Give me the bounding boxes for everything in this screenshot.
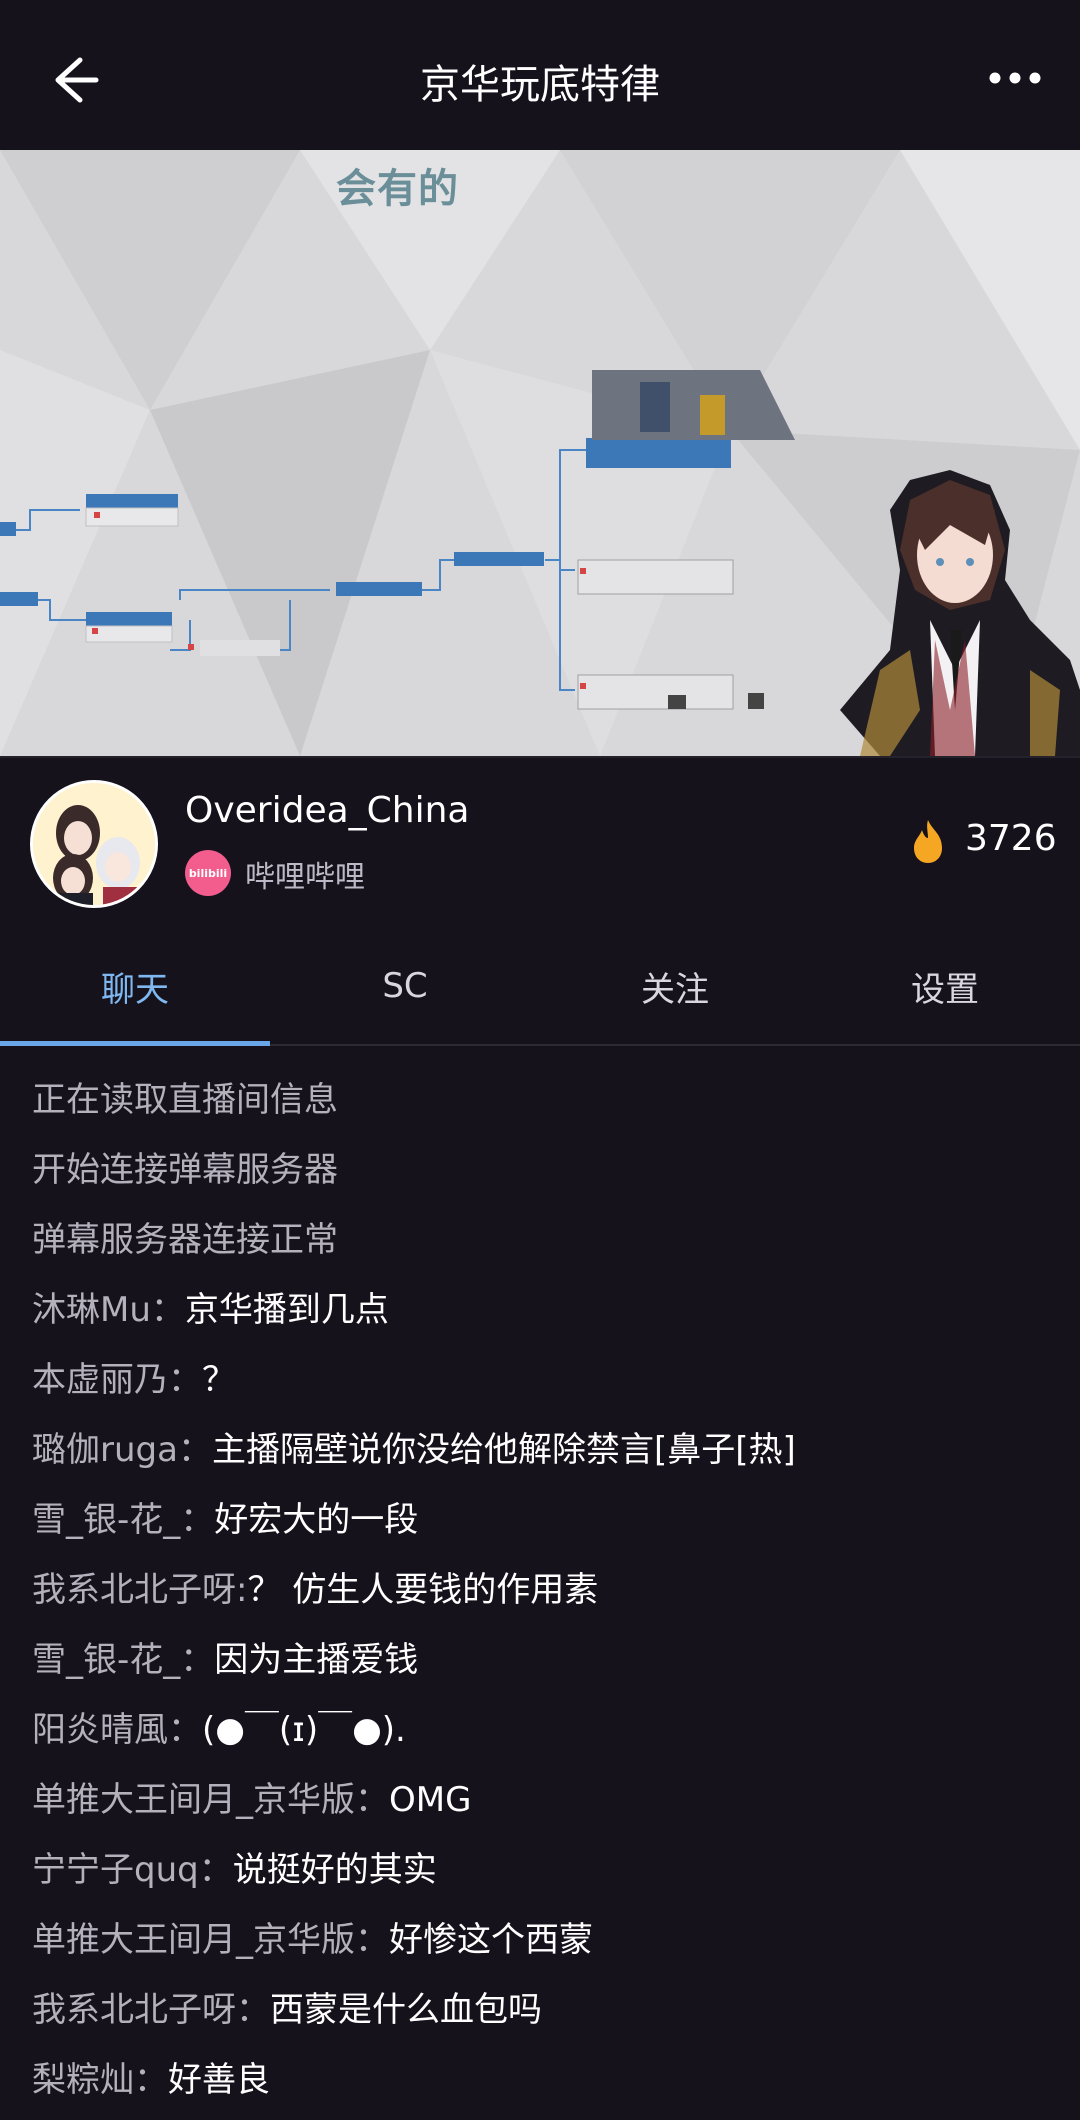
- chat-username: 沐琳Mu：: [32, 1290, 185, 1330]
- tab-bar: 聊天 SC 关注 设置: [0, 928, 1080, 1046]
- back-arrow-icon[interactable]: [40, 50, 100, 110]
- page-title: 京华玩底特律: [420, 62, 660, 108]
- top-bar: 京华玩底特律: [0, 0, 1080, 150]
- chat-message: 我系北北子呀：西蒙是什么血包吗: [32, 1980, 1062, 2050]
- chat-username: 我系北北子呀:: [32, 1570, 248, 1610]
- chat-text: OMG: [389, 1780, 472, 1820]
- chat-message: 梨粽灿：好善良: [32, 2050, 1062, 2120]
- chat-text: ？ 仿生人要钱的作用素: [247, 1570, 599, 1610]
- chat-text: 好宏大的一段: [214, 1500, 419, 1540]
- chat-username: 单推大王间月_京华版：: [32, 1920, 389, 1960]
- chat-message: 阳炎晴風：(●￣(ɪ)￣●).: [32, 1700, 1062, 1770]
- chat-username: 本虚丽乃：: [32, 1360, 202, 1400]
- chat-list[interactable]: 正在读取直播间信息 开始连接弹幕服务器 弹幕服务器连接正常 沐琳Mu：京华播到几…: [32, 1070, 1062, 2120]
- chat-text: 因为主播爱钱: [214, 1640, 419, 1680]
- system-message: 弹幕服务器连接正常: [32, 1220, 338, 1260]
- chat-username: 雪_银-花_：: [32, 1500, 215, 1540]
- chat-text: 说挺好的其实: [232, 1850, 437, 1890]
- chat-message: 单推大王间月_京华版：OMG: [32, 1770, 1062, 1840]
- popularity-count: 3726: [965, 818, 1057, 859]
- chat-text: ？: [202, 1360, 236, 1400]
- chat-message: 雪_银-花_：好宏大的一段: [32, 1490, 1062, 1560]
- chat-text: 好善良: [168, 2060, 270, 2100]
- chat-message: 我系北北子呀:？ 仿生人要钱的作用素: [32, 1560, 1062, 1630]
- tab-sc[interactable]: SC: [270, 928, 540, 1044]
- chat-message: 雪_银-花_：因为主播爱钱: [32, 1630, 1062, 1700]
- chat-message: 宁宁子quq：说挺好的其实: [32, 1840, 1062, 1910]
- tab-settings[interactable]: 设置: [810, 928, 1080, 1044]
- chat-message: 沐琳Mu：京华播到几点: [32, 1280, 1062, 1350]
- chat-username: 我系北北子呀：: [32, 1990, 270, 2030]
- video-player[interactable]: 会有的: [0, 150, 1080, 756]
- bilibili-logo-icon: bilibili: [185, 850, 231, 896]
- chat-username: 璐伽ruga：: [32, 1430, 212, 1470]
- chat-username: 单推大王间月_京华版：: [32, 1780, 389, 1820]
- video-frame: [0, 150, 1080, 756]
- chat-username: 阳炎晴風：: [32, 1710, 202, 1750]
- system-message: 正在读取直播间信息: [32, 1080, 338, 1120]
- chat-message: 单推大王间月_京华版：好惨这个西蒙: [32, 1910, 1062, 1980]
- chat-username: 宁宁子quq：: [32, 1850, 233, 1890]
- more-options-icon[interactable]: [985, 58, 1045, 98]
- streamer-info-bar: Overidea_China bilibili 哔哩哔哩 3726: [0, 756, 1080, 930]
- chat-text: 好惨这个西蒙: [389, 1920, 593, 1960]
- streamer-avatar[interactable]: [30, 780, 158, 908]
- system-message: 开始连接弹幕服务器: [32, 1150, 338, 1190]
- platform-name: 哔哩哔哩: [245, 860, 365, 895]
- chat-username: 雪_银-花_：: [32, 1640, 215, 1680]
- chat-message: 璐伽ruga：主播隔壁说你没给他解除禁言[鼻子[热]: [32, 1420, 1062, 1490]
- chat-text: 主播隔壁说你没给他解除禁言[鼻子[热]: [211, 1430, 796, 1470]
- tab-chat[interactable]: 聊天: [0, 928, 270, 1046]
- tab-follow[interactable]: 关注: [540, 928, 810, 1044]
- chat-message: 本虚丽乃：？: [32, 1350, 1062, 1420]
- streamer-name: Overidea_China: [185, 790, 470, 831]
- chat-username: 梨粽灿：: [32, 2060, 168, 2100]
- chat-text: (●￣(ɪ)￣●).: [202, 1710, 406, 1750]
- chat-text: 京华播到几点: [184, 1290, 389, 1330]
- chat-text: 西蒙是什么血包吗: [270, 1990, 542, 2030]
- video-subtitle: 会有的: [336, 166, 459, 212]
- fire-icon: [914, 820, 942, 863]
